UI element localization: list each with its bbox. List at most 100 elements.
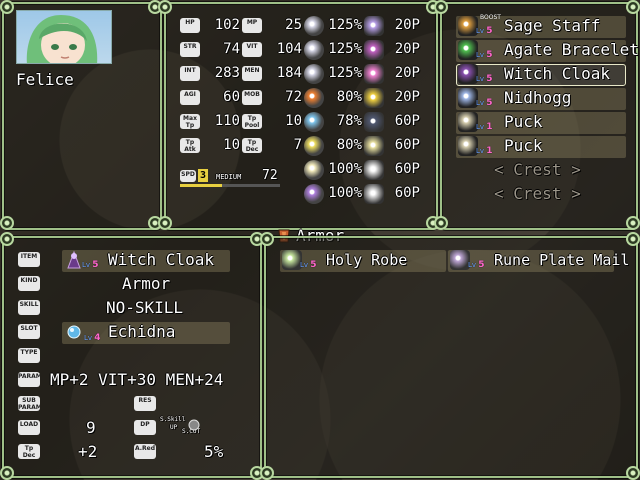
- equip-lv: Lv 5: [476, 26, 493, 36]
- item-name: Witch Cloak: [108, 250, 214, 269]
- frame-corner-ornament: [260, 232, 274, 246]
- paralyze-icon: [364, 88, 384, 108]
- stat-tag: VIT: [242, 42, 262, 57]
- kind-value: Armor: [122, 274, 171, 293]
- stone-icon: [458, 136, 478, 156]
- stone-icon: [458, 112, 478, 132]
- resist-pct: 80%: [336, 137, 362, 153]
- skill-up-line1: S.Skill: [160, 416, 186, 423]
- resist-points: 20P: [394, 41, 420, 57]
- stat-tag: AGI: [180, 90, 200, 105]
- stat-value: 110: [214, 113, 240, 129]
- list-item-name[interactable]: Holy Robe: [326, 250, 407, 270]
- stat-value: 102: [214, 17, 240, 33]
- thunder-icon: [304, 136, 324, 156]
- stat-tag: Tp Dec: [242, 138, 262, 153]
- poison-icon: [364, 40, 384, 60]
- resist-points: 60P: [394, 113, 420, 129]
- speed-label: MEDIUM: [216, 173, 242, 181]
- strike-resist-icon: [304, 64, 324, 84]
- cloak-icon: [458, 64, 478, 84]
- equip-name[interactable]: Agate Bracelet: [504, 40, 639, 60]
- equip-lv: Lv 1: [476, 146, 493, 156]
- item-tag: ITEM: [18, 252, 40, 267]
- speed-level-badge: 3: [198, 169, 208, 182]
- frame-corner-ornament: [626, 232, 640, 246]
- resist-pct: 125%: [328, 65, 362, 81]
- stat-tag: Tp Atk: [180, 138, 200, 153]
- stat-value: 7: [293, 137, 302, 153]
- ared-value: 5%: [204, 442, 224, 461]
- frame-corner-ornament: [260, 466, 274, 480]
- equip-name[interactable]: Witch Cloak: [504, 64, 610, 84]
- stats-window: HP 102 MP 25 STR 74 VIT 104 INT 283 MEN 184 AGI 60 MOB…: [164, 2, 438, 230]
- boost-label: BOOST: [480, 14, 501, 21]
- equip-name[interactable]: Nidhogg: [504, 88, 571, 108]
- character-portrait: [16, 10, 112, 64]
- stat-value: 283: [214, 65, 240, 81]
- equip-name[interactable]: Sage Staff: [504, 16, 600, 36]
- stat-value: 10: [285, 113, 302, 129]
- frame-corner-ornament: [0, 0, 14, 14]
- frame-corner-ornament: [158, 216, 172, 230]
- detail-window: ITEM Lv 5 Witch Cloak KIND Armor SKILL N…: [2, 236, 262, 478]
- slot-tag: SLOT: [18, 324, 40, 339]
- resist-pct: 125%: [328, 17, 362, 33]
- slot-lv: Lv 4: [84, 333, 101, 343]
- equip-name[interactable]: Puck: [504, 136, 543, 156]
- dark-orb-icon: [364, 112, 384, 132]
- stat-value: 72: [285, 89, 302, 105]
- resist-pct: 125%: [328, 41, 362, 57]
- resist-pct: 80%: [336, 89, 362, 105]
- tpdec-tag: Tp Dec: [18, 444, 40, 459]
- kind-tag: KIND: [18, 276, 40, 291]
- stat-tag: MOB: [242, 90, 262, 105]
- param-value: MP+2 VIT+30 MEN+24: [50, 370, 224, 389]
- skill-up-icon: [188, 416, 200, 431]
- resist-points: 20P: [394, 89, 420, 105]
- crest-slot[interactable]: < Crest >: [494, 160, 581, 180]
- pierce-resist-icon: [304, 40, 324, 60]
- equipment-window: Lv 5 BOOST Sage Staff Lv 5 Agate Bracelet Lv …: [440, 2, 639, 230]
- dp-tag: DP: [134, 420, 156, 435]
- silence-icon: [364, 184, 384, 204]
- stat-tag: MP: [242, 18, 262, 33]
- slot-orb-icon: [66, 324, 82, 340]
- tpdec-value: +2: [78, 442, 98, 461]
- frame-corner-ornament: [0, 232, 14, 246]
- stat-value: 10: [223, 137, 240, 153]
- type-tag: TYPE: [18, 348, 40, 363]
- frame-corner-ornament: [626, 466, 640, 480]
- stat-value: 184: [276, 65, 302, 81]
- resist-pct: 100%: [328, 185, 362, 201]
- crystal-icon: [458, 88, 478, 108]
- dark-icon: [304, 184, 324, 204]
- skill-up-badge: S.Skill UP S.CUT: [160, 416, 204, 438]
- crest-slot[interactable]: < Crest >: [494, 184, 581, 204]
- confuse-icon: [364, 160, 384, 180]
- resist-points: 60P: [394, 137, 420, 153]
- fire-icon: [304, 88, 324, 108]
- frame-corner-ornament: [0, 216, 14, 230]
- cloak-icon: [64, 250, 84, 270]
- sleep-icon: [364, 136, 384, 156]
- bracelet-icon: [458, 40, 478, 60]
- frame-corner-ornament: [626, 216, 640, 230]
- list-item-lv: Lv 5: [468, 260, 485, 270]
- plate-icon: [450, 250, 470, 270]
- equip-lv: Lv 5: [476, 74, 493, 84]
- subparam-tag: SUB PARAM: [18, 396, 40, 411]
- stat-value: 74: [223, 41, 240, 57]
- speed-tag: SPD: [180, 170, 196, 182]
- character-window: Felice: [2, 2, 162, 230]
- skill-value: NO-SKILL: [106, 298, 184, 317]
- stat-value: 25: [285, 17, 302, 33]
- equip-name[interactable]: Puck: [504, 112, 543, 132]
- item-list-window: Lv 5 Holy Robe Lv 5 Rune Plate Mail: [264, 236, 638, 478]
- slash-resist-icon: [304, 16, 324, 36]
- load-tag: LOAD: [18, 420, 40, 435]
- slot-value: Echidna: [108, 322, 176, 341]
- skill-up-line2: UP: [170, 424, 178, 431]
- list-item-name[interactable]: Rune Plate Mail: [494, 250, 629, 270]
- robe-icon: [282, 250, 302, 270]
